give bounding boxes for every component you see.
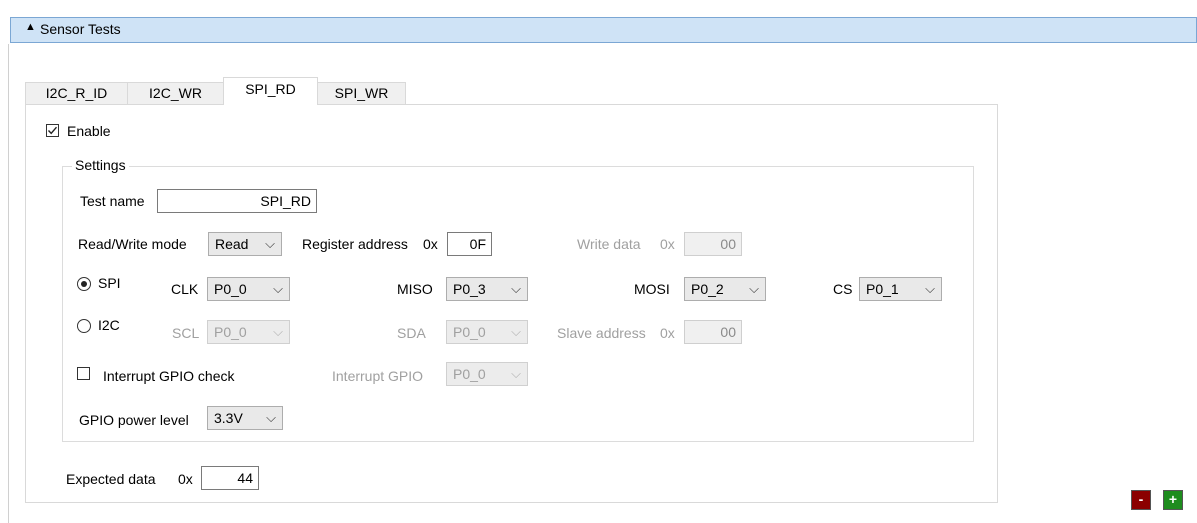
spi-radio[interactable] [77, 277, 91, 291]
mosi-value: P0_2 [691, 281, 724, 297]
sda-label: SDA [397, 325, 426, 341]
sda-value: P0_0 [453, 324, 486, 340]
slave-address-field: 00 [684, 320, 742, 344]
rw-mode-value: Read [215, 236, 249, 252]
chevron-down-icon: ⌵ [266, 410, 276, 425]
register-address-field[interactable]: 0F [447, 232, 492, 256]
expected-data-prefix: 0x [178, 471, 193, 487]
cs-value: P0_1 [866, 281, 899, 297]
register-address-label: Register address [302, 236, 408, 252]
chevron-down-icon: ⌵ [925, 281, 935, 296]
spi-label: SPI [98, 275, 121, 291]
scl-value: P0_0 [214, 324, 247, 340]
chevron-down-icon: ⌵ [273, 281, 283, 296]
scl-select: P0_0 ⌵ [207, 320, 290, 344]
section-title: Sensor Tests [40, 21, 121, 37]
clk-select[interactable]: P0_0 ⌵ [207, 277, 290, 301]
miso-label: MISO [397, 281, 433, 297]
interrupt-gpio-check-label: Interrupt GPIO check [103, 368, 235, 384]
tab-i2c-r-id[interactable]: I2C_R_ID [25, 82, 128, 104]
chevron-down-icon: ⌵ [511, 366, 521, 381]
write-data-prefix: 0x [660, 236, 675, 252]
gpio-power-value: 3.3V [214, 410, 243, 426]
left-border [8, 44, 9, 523]
cs-label: CS [833, 281, 853, 297]
i2c-radio[interactable] [77, 319, 91, 333]
write-data-label: Write data [577, 236, 641, 252]
collapse-arrow-icon[interactable]: ▲ [25, 21, 36, 33]
chevron-down-icon: ⌵ [749, 281, 759, 296]
slave-address-label: Slave address [557, 325, 646, 341]
mosi-label: MOSI [634, 281, 670, 297]
chevron-down-icon: ⌵ [273, 324, 283, 339]
interrupt-gpio-value: P0_0 [453, 366, 486, 382]
gpio-power-label: GPIO power level [79, 412, 189, 428]
slave-address-prefix: 0x [660, 325, 675, 341]
checkmark-icon [47, 126, 58, 135]
miso-value: P0_3 [453, 281, 486, 297]
chevron-down-icon: ⌵ [511, 281, 521, 296]
expected-data-label: Expected data [66, 471, 156, 487]
rw-mode-select[interactable]: Read ⌵ [208, 232, 282, 256]
add-test-button[interactable]: + [1163, 490, 1183, 510]
remove-test-button[interactable]: - [1131, 490, 1151, 510]
write-data-field: 00 [684, 232, 742, 256]
gpio-power-select[interactable]: 3.3V ⌵ [207, 406, 283, 430]
interrupt-gpio-label: Interrupt GPIO [332, 368, 424, 384]
cs-select[interactable]: P0_1 ⌵ [859, 277, 942, 301]
chevron-down-icon: ⌵ [511, 324, 521, 339]
i2c-label: I2C [98, 317, 120, 333]
sensor-tests-header[interactable]: ▲ Sensor Tests [10, 17, 1197, 43]
sda-select: P0_0 ⌵ [446, 320, 528, 344]
scl-label: SCL [172, 325, 200, 341]
tab-spi-rd[interactable]: SPI_RD [223, 77, 318, 105]
settings-group-label: Settings [72, 157, 129, 173]
clk-value: P0_0 [214, 281, 247, 297]
interrupt-gpio-checkbox[interactable] [77, 367, 90, 380]
test-name-field[interactable]: SPI_RD [157, 189, 317, 213]
mosi-select[interactable]: P0_2 ⌵ [684, 277, 766, 301]
rw-mode-label: Read/Write mode [78, 236, 187, 252]
miso-select[interactable]: P0_3 ⌵ [446, 277, 528, 301]
tab-spi-wr[interactable]: SPI_WR [317, 82, 406, 104]
interrupt-gpio-select: P0_0 ⌵ [446, 362, 528, 386]
test-name-label: Test name [80, 193, 145, 209]
enable-label: Enable [67, 123, 111, 139]
enable-checkbox[interactable] [46, 124, 59, 137]
expected-data-field[interactable]: 44 [201, 466, 259, 490]
chevron-down-icon: ⌵ [265, 236, 275, 251]
tab-i2c-wr[interactable]: I2C_WR [127, 82, 224, 104]
clk-label: CLK [171, 281, 199, 297]
register-address-prefix: 0x [423, 236, 438, 252]
